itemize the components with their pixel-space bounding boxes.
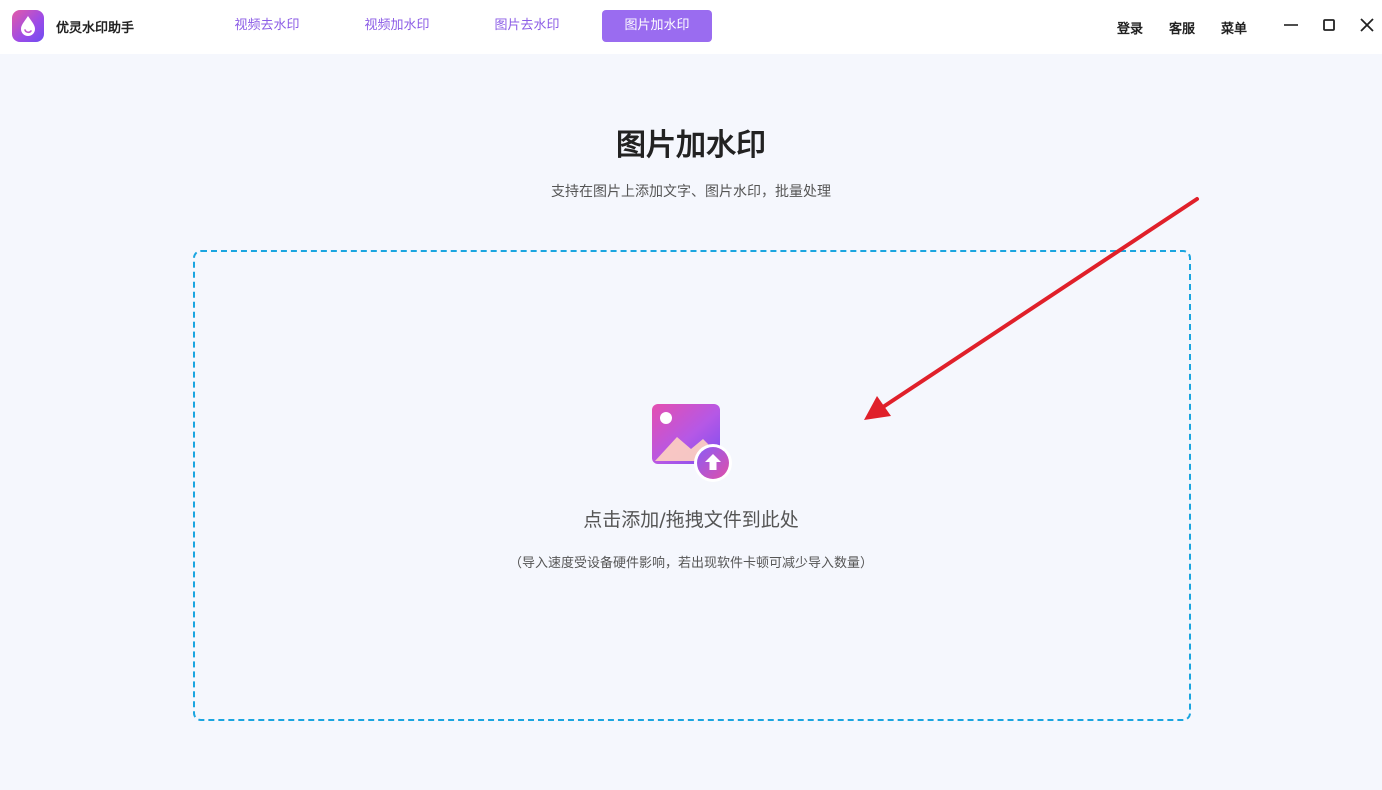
title-bar: 优灵水印助手 视频去水印 视频加水印 图片去水印 图片加水印 登录 客服 菜单 xyxy=(0,0,1382,54)
dropzone-label: 点击添加/拖拽文件到此处 xyxy=(583,509,799,531)
page-title: 图片加水印 xyxy=(616,128,766,163)
menu-link[interactable]: 菜单 xyxy=(1221,18,1247,37)
tab-video-remove-watermark[interactable]: 视频去水印 xyxy=(212,10,322,42)
water-drop-logo-icon xyxy=(12,10,44,42)
tab-image-remove-watermark[interactable]: 图片去水印 xyxy=(472,10,582,42)
maximize-icon[interactable] xyxy=(1319,15,1339,35)
minimize-icon[interactable] xyxy=(1281,15,1301,35)
dropzone-hint: （导入速度受设备硬件影响，若出现软件卡顿可减少导入数量） xyxy=(508,556,873,571)
app-name: 优灵水印助手 xyxy=(56,21,135,36)
file-dropzone[interactable] xyxy=(193,250,1191,721)
tab-image-add-watermark[interactable]: 图片加水印 xyxy=(602,10,712,42)
page-subtitle: 支持在图片上添加文字、图片水印，批量处理 xyxy=(551,184,831,200)
customer-service-link[interactable]: 客服 xyxy=(1169,18,1195,37)
image-upload-icon[interactable] xyxy=(651,403,735,483)
login-link[interactable]: 登录 xyxy=(1117,18,1143,37)
close-icon[interactable] xyxy=(1357,15,1377,35)
tab-video-add-watermark[interactable]: 视频加水印 xyxy=(342,10,452,42)
